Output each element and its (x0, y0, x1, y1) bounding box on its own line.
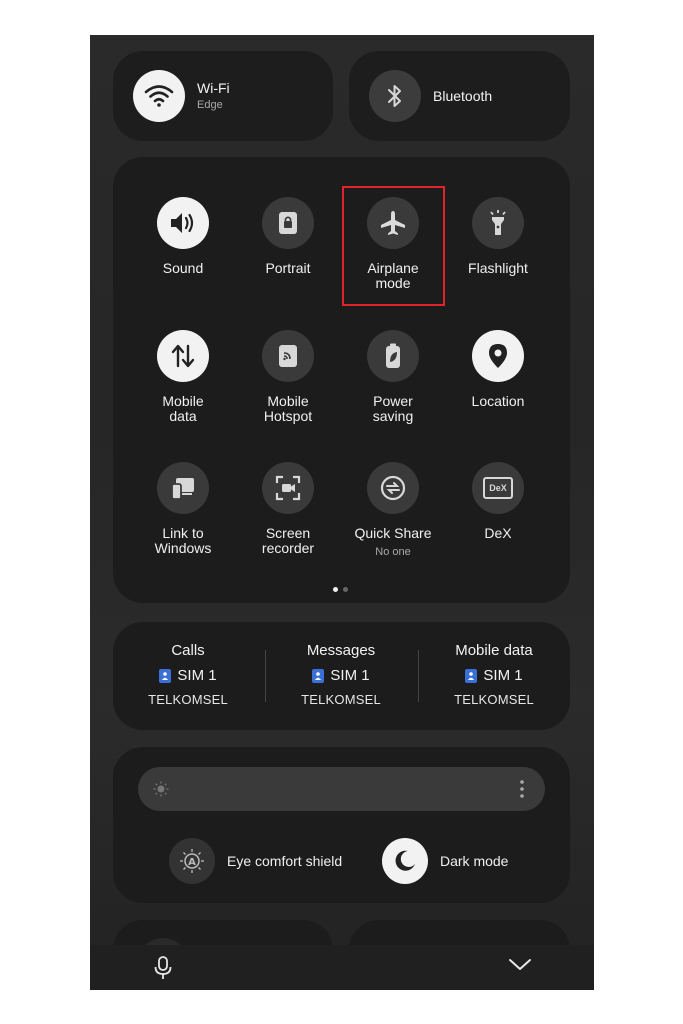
qs-label: Mobile data (162, 393, 204, 424)
sim-manager: Calls SIM 1 TELKOMSEL Messages SIM 1 TEL… (113, 622, 570, 730)
page-indicator (333, 587, 348, 592)
moon-icon[interactable] (382, 838, 428, 884)
qs-link-to-windows[interactable]: Link to Windows (133, 462, 233, 556)
more-options-icon[interactable] (519, 779, 525, 804)
sim-column-title: Calls (171, 642, 205, 659)
page-dot-active (333, 587, 338, 592)
divider (265, 650, 266, 702)
hotspot-icon[interactable] (262, 330, 314, 382)
sim-card-icon (312, 668, 325, 683)
quick-share-icon[interactable] (367, 462, 419, 514)
wifi-tile[interactable]: Wi-Fi Edge (113, 51, 333, 141)
qs-label: Mobile Hotspot (263, 393, 313, 424)
qs-portrait[interactable]: Portrait (238, 197, 338, 276)
qs-mobile-hotspot[interactable]: Mobile Hotspot (238, 330, 338, 424)
sim-calls[interactable]: Calls SIM 1 TELKOMSEL (123, 642, 253, 707)
bluetooth-tile[interactable]: Bluetooth (349, 51, 570, 141)
dark-mode-toggle[interactable]: Dark mode (382, 838, 508, 884)
qs-label: DeX (484, 525, 512, 541)
sim-slot: SIM 1 (483, 667, 523, 684)
qs-label: Link to Windows (154, 525, 212, 556)
qs-label: Screen recorder (261, 525, 315, 556)
eye-comfort-label: Eye comfort shield (227, 853, 343, 869)
sim-mobile-data[interactable]: Mobile data SIM 1 TELKOMSEL (429, 642, 559, 707)
chevron-down-icon[interactable] (508, 958, 532, 977)
screen-recorder-icon[interactable] (262, 462, 314, 514)
qs-label: Flashlight (468, 260, 528, 276)
bluetooth-title: Bluetooth (433, 88, 493, 104)
qs-screen-recorder[interactable]: Screen recorder (238, 462, 338, 556)
link-to-windows-icon[interactable] (157, 462, 209, 514)
qs-location[interactable]: Location (448, 330, 548, 409)
sim-slot: SIM 1 (330, 667, 370, 684)
location-icon[interactable] (472, 330, 524, 382)
microphone-icon[interactable] (153, 955, 173, 986)
dex-icon-text: DeX (483, 477, 513, 499)
dex-icon[interactable]: DeX (472, 462, 524, 514)
qs-mobile-data[interactable]: Mobile data (133, 330, 233, 424)
qs-sound[interactable]: Sound (133, 197, 233, 276)
quick-share-status: No one (375, 546, 411, 558)
mobile-data-icon[interactable] (157, 330, 209, 382)
flashlight-icon[interactable] (472, 197, 524, 249)
dark-mode-label: Dark mode (440, 853, 509, 869)
sim-column-title: Messages (306, 642, 376, 659)
sound-icon[interactable] (157, 197, 209, 249)
wifi-network-name: Edge (197, 99, 223, 111)
sim-card-icon (465, 668, 478, 683)
qs-power-saving[interactable]: Power saving (343, 330, 443, 424)
eye-comfort-icon[interactable]: A (169, 838, 215, 884)
power-saving-icon[interactable] (367, 330, 419, 382)
qs-label: Quick Share (354, 525, 432, 541)
qs-label: Location (471, 393, 525, 409)
page-dot (343, 587, 348, 592)
qs-flashlight[interactable]: Flashlight (448, 197, 548, 276)
sim-column-title: Mobile data (455, 642, 533, 659)
sim-card-icon (159, 668, 172, 683)
eye-comfort-shield-toggle[interactable]: A Eye comfort shield (169, 838, 342, 884)
sim-carrier: TELKOMSEL (148, 692, 228, 707)
qs-label: Portrait (265, 260, 311, 276)
sim-messages[interactable]: Messages SIM 1 TELKOMSEL (276, 642, 406, 707)
qs-quick-share[interactable]: Quick Share No one (343, 462, 443, 558)
sim-slot: SIM 1 (177, 667, 217, 684)
wifi-title: Wi-Fi (197, 80, 230, 96)
brightness-sun-icon (153, 781, 169, 802)
brightness-slider[interactable] (138, 767, 545, 811)
svg-text:A: A (188, 857, 196, 868)
portrait-lock-icon[interactable] (262, 197, 314, 249)
qs-label: Sound (162, 260, 204, 276)
sim-carrier: TELKOMSEL (454, 692, 534, 707)
sim-carrier: TELKOMSEL (301, 692, 381, 707)
qs-dex[interactable]: DeX DeX (448, 462, 548, 541)
quick-panel: Wi-Fi Edge Bluetooth Sound Portrait Airp… (90, 35, 594, 990)
divider (418, 650, 419, 702)
bluetooth-icon[interactable] (369, 70, 421, 122)
bottom-bar (90, 945, 594, 990)
brightness-panel: A Eye comfort shield Dark mode (113, 747, 570, 903)
wifi-icon[interactable] (133, 70, 185, 122)
qs-label: Power saving (372, 393, 414, 424)
airplane-mode-highlight (342, 186, 445, 306)
